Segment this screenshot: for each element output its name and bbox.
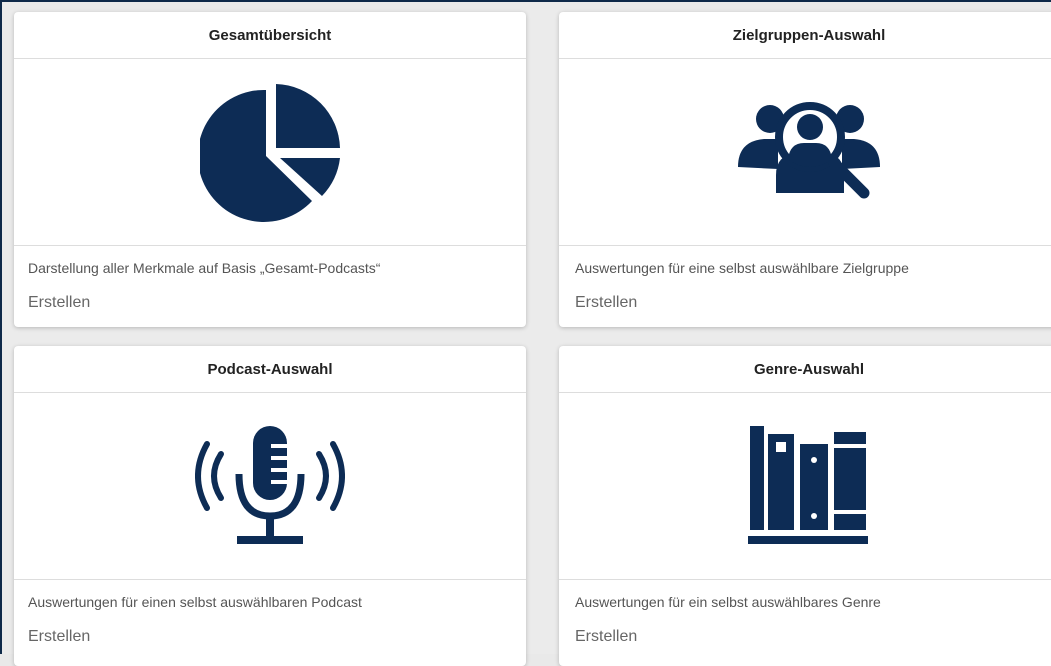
create-button[interactable]: Erstellen xyxy=(559,616,1051,646)
card-title: Podcast-Auswahl xyxy=(14,346,526,393)
create-button[interactable]: Erstellen xyxy=(14,616,526,646)
card-genre-auswahl: Genre-Auswahl Auswertungen für ein selbs… xyxy=(559,346,1051,666)
card-media xyxy=(559,59,1051,246)
books-icon xyxy=(748,426,868,544)
card-title: Genre-Auswahl xyxy=(559,346,1051,393)
card-media xyxy=(14,59,526,246)
card-description: Auswertungen für eine selbst auswählbare… xyxy=(575,260,909,276)
microphone-icon xyxy=(195,426,345,544)
card-title: Gesamtübersicht xyxy=(14,12,526,59)
card-media xyxy=(559,393,1051,580)
card-gesamtuebersicht: Gesamtübersicht Darstellung aller Merkma… xyxy=(14,12,526,327)
card-description: Auswertungen für einen selbst auswählbar… xyxy=(28,594,362,610)
card-description: Auswertungen für ein selbst auswählbares… xyxy=(575,594,881,610)
card-media xyxy=(14,393,526,580)
card-podcast-auswahl: Podcast-Auswahl Auswertungen für einen s… xyxy=(14,346,526,666)
create-button[interactable]: Erstellen xyxy=(559,282,1051,312)
page-frame: Gesamtübersicht Darstellung aller Merkma… xyxy=(0,0,1051,666)
card-zielgruppen-auswahl: Zielgruppen-Auswahl Auswertungen für ein… xyxy=(559,12,1051,327)
pie-chart-icon xyxy=(200,84,340,222)
card-title: Zielgruppen-Auswahl xyxy=(559,12,1051,59)
audience-search-icon xyxy=(738,102,880,199)
card-description: Darstellung aller Merkmale auf Basis „Ge… xyxy=(28,260,381,276)
create-button[interactable]: Erstellen xyxy=(14,282,526,312)
